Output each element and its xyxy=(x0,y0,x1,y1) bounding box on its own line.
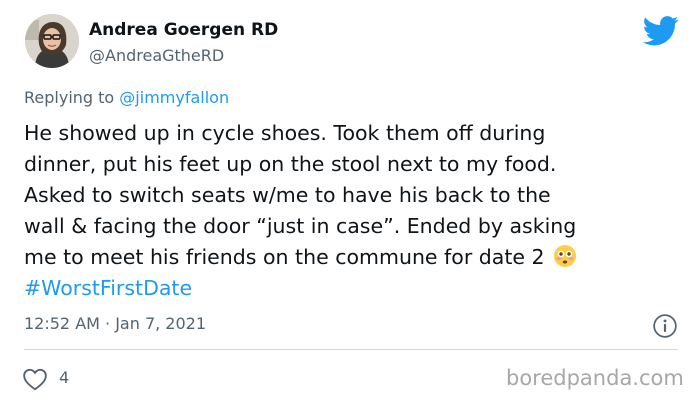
tweet-text-line: wall & facing the door “just in case”. E… xyxy=(24,214,577,238)
replying-to: Replying to @jimmyfallon xyxy=(24,88,229,107)
twitter-bird-icon[interactable] xyxy=(643,16,679,46)
hashtag-link[interactable]: #WorstFirstDate xyxy=(24,273,684,304)
watermark: boredpanda.com xyxy=(506,366,684,390)
author-name[interactable]: Andrea Goergen RD xyxy=(89,20,278,40)
info-icon[interactable] xyxy=(652,313,678,339)
tweet-text-line: Asked to switch seats w/me to have his b… xyxy=(24,183,551,207)
flushed-face-emoji-icon xyxy=(554,245,577,267)
tweet-text: He showed up in cycle shoes. Took them o… xyxy=(24,118,684,304)
replying-to-mention-link[interactable]: @jimmyfallon xyxy=(119,88,229,107)
avatar[interactable] xyxy=(25,14,79,68)
tweet-text-line: He showed up in cycle shoes. Took them o… xyxy=(24,121,546,145)
replying-prefix: Replying to xyxy=(24,88,120,107)
heart-icon[interactable] xyxy=(22,367,48,391)
tweet-text-line-with-emoji: me to meet his friends on the commune fo… xyxy=(24,242,684,273)
like-count: 4 xyxy=(59,368,70,387)
author-handle[interactable]: @AndreaGtheRD xyxy=(89,46,224,65)
divider xyxy=(24,349,678,350)
tweet-card: Andrea Goergen RD @AndreaGtheRD Replying… xyxy=(0,0,700,403)
tweet-timestamp[interactable]: 12:52 AM · Jan 7, 2021 xyxy=(24,314,206,333)
tweet-text-line: dinner, put his feet up on the stool nex… xyxy=(24,152,557,176)
tweet-text-line: me to meet his friends on the commune fo… xyxy=(24,245,545,269)
